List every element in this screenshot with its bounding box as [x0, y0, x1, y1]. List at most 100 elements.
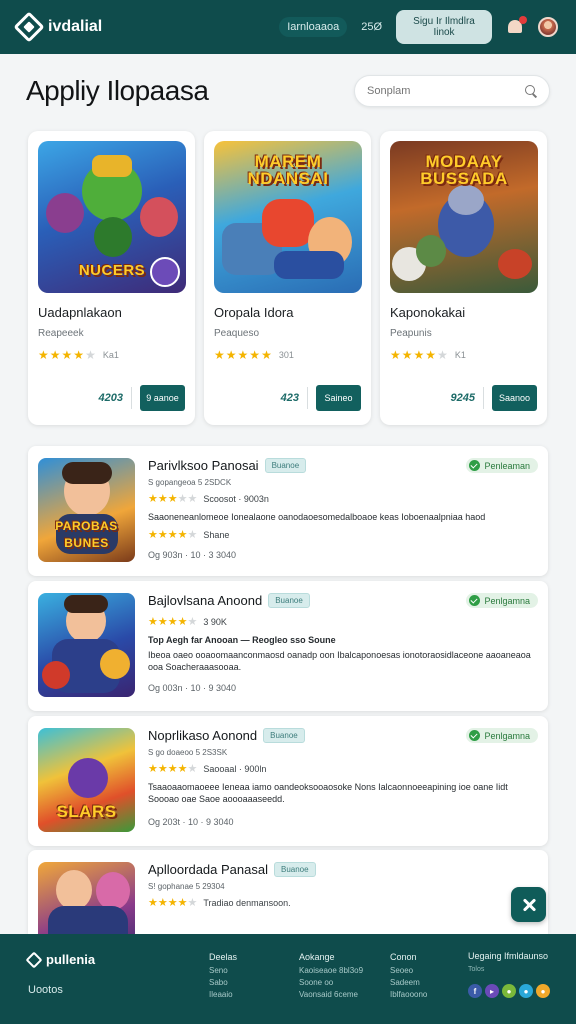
- footer-link[interactable]: Sabo: [209, 977, 237, 989]
- rating-text: Scoosot · 9003n: [203, 494, 269, 504]
- list-item[interactable]: SLARS Noprlikaso Aonond Buanoe Penlgamna…: [28, 716, 548, 846]
- footer-link[interactable]: Iblfaooono: [390, 989, 427, 1001]
- badge-label: Penleaman: [484, 460, 530, 471]
- footer-brand[interactable]: pullenia: [25, 951, 96, 968]
- star-icon: ★: [237, 348, 249, 362]
- price: 9245: [450, 392, 475, 404]
- star-empty-icon: ★: [187, 616, 198, 628]
- thumbnail-caption: SLARS: [56, 802, 117, 821]
- card-title[interactable]: Uadapnlakaon: [38, 305, 185, 320]
- rating-text-2: Shane: [203, 530, 230, 540]
- list-title[interactable]: Parivlksoo Panosai: [148, 458, 259, 473]
- star-icon: ★: [177, 897, 188, 909]
- star-circle-icon[interactable]: ●: [536, 984, 550, 998]
- list-meta: S gopangeoa 5 2SDCK: [148, 478, 232, 487]
- bell-icon[interactable]: [506, 16, 527, 36]
- tools-fab-button[interactable]: [511, 887, 546, 922]
- star-icon: ★: [38, 348, 49, 362]
- star-icon: ★: [157, 763, 168, 775]
- footer-column-heading: Deelas: [209, 952, 238, 962]
- chat-icon[interactable]: ●: [519, 984, 533, 998]
- list-title[interactable]: Noprlikaso Aonond: [148, 728, 257, 743]
- facebook-icon[interactable]: f: [468, 984, 482, 998]
- star-empty-icon: ★: [177, 493, 188, 505]
- divider: [131, 387, 132, 409]
- footer-brand-name: pullenia: [46, 952, 96, 967]
- game-thumbnail[interactable]: SLARS: [38, 728, 135, 832]
- star-icon: ★: [148, 493, 158, 505]
- get-button[interactable]: Saanoo: [492, 385, 537, 411]
- star-icon: ★: [61, 348, 73, 362]
- brand-logo-icon: [13, 11, 45, 43]
- game-thumbnail[interactable]: [38, 862, 135, 934]
- top-bar: ivdalial Iarnloaaoa 25Ø Sigu Ir Ilmdlra …: [0, 0, 576, 54]
- star-icon: ★: [177, 763, 188, 775]
- list-meta: S go doaeoo 5 2S3SK: [148, 748, 228, 757]
- rating-count: K1: [454, 350, 466, 360]
- card-subtitle: Peaqueso: [214, 328, 260, 339]
- video-icon[interactable]: ▸: [485, 984, 499, 998]
- list-item[interactable]: Bajlovlsana Anoond Buanoe Penlgamna ★★★★…: [28, 581, 548, 711]
- list-item[interactable]: PAROBAS BUNES Parivlksoo Panosai Buanoe …: [28, 446, 548, 576]
- footer-column: Conon Seoeo Sadeem Iblfaooono: [390, 951, 427, 1001]
- social-links: f ▸ ● ● ●: [468, 984, 550, 998]
- star-icon: ★: [157, 616, 168, 628]
- list-footer: Og 003n · 10 · 9 3040: [148, 683, 237, 693]
- get-button[interactable]: 9 aanoe: [140, 385, 185, 411]
- brand[interactable]: ivdalial: [13, 11, 102, 43]
- list-footer: Og 203t · 10 · 9 3040: [148, 817, 234, 827]
- game-thumbnail[interactable]: NUCERS: [38, 141, 186, 293]
- check-icon: [469, 730, 481, 741]
- star-empty-icon: ★: [187, 493, 198, 505]
- star-icon: ★: [73, 348, 85, 362]
- nav-count[interactable]: 25Ø: [361, 21, 382, 33]
- footer-link[interactable]: Vaonsaid 6ceme: [299, 989, 363, 1001]
- footer-link[interactable]: Sadeem: [390, 977, 427, 989]
- list-title[interactable]: Aplloordada Panasal: [148, 862, 268, 877]
- card-title[interactable]: Oropala Idora: [214, 305, 361, 320]
- star-icon: ★: [401, 348, 413, 362]
- rating-text: Tradiao denmansoon.: [203, 898, 291, 908]
- card-title[interactable]: Kaponokakai: [390, 305, 537, 320]
- game-thumbnail[interactable]: PAROBAS BUNES: [38, 458, 135, 562]
- title-row: Appliy Ilopaasa: [26, 72, 550, 110]
- list-title[interactable]: Bajlovlsana Anoond: [148, 593, 262, 608]
- featured-card[interactable]: MAREM NDANSAI Oropala Idora Peaqueso ★ ★ ★…: [204, 131, 371, 425]
- list-item[interactable]: Aplloordada Panasal Buanoe S! gophanae 5…: [28, 850, 548, 934]
- rating: ★ ★ ★ ★ ★ K1: [390, 349, 537, 361]
- footer-column-heading: Aokange: [299, 952, 335, 962]
- footer-link[interactable]: Seno: [209, 965, 237, 977]
- genre-tag: Buanoe: [273, 862, 316, 877]
- footer-column: Aokange Kaoiseaoe 8bl3o9 Soone oo Vaonsa…: [299, 951, 363, 1001]
- star-icon: ★: [413, 348, 425, 362]
- genre-tag: Buanoe: [268, 593, 310, 608]
- footer-link[interactable]: Soone oo: [299, 977, 363, 989]
- search-icon[interactable]: [525, 85, 537, 97]
- thumbnail-caption: PAROBAS BUNES: [55, 519, 118, 550]
- star-icon: ★: [167, 763, 178, 775]
- rating-line: ★★★★★ Scoosot · 9003n: [148, 493, 538, 505]
- get-button[interactable]: Saineo: [316, 385, 361, 411]
- footer-link[interactable]: Kaoiseaoe 8bl3o9: [299, 965, 363, 977]
- game-thumbnail[interactable]: MAREM NDANSAI: [214, 141, 362, 293]
- search-box[interactable]: [354, 75, 550, 107]
- avatar[interactable]: [538, 17, 558, 37]
- featured-card[interactable]: NUCERS Uadapnlakaon Reapeeek ★ ★ ★ ★ ★ Ka1 4…: [28, 131, 195, 425]
- featured-card[interactable]: MODAAY BUSSADA Kaponokakai Peapunis ★ ★ ★ ★…: [380, 131, 547, 425]
- game-thumbnail[interactable]: MODAAY BUSSADA: [390, 141, 538, 293]
- nav-link[interactable]: Iarnloaaoa: [279, 17, 348, 37]
- verified-badge: Penleaman: [466, 458, 538, 473]
- star-icon: ★: [214, 348, 225, 362]
- footer-link[interactable]: Ileaaio: [209, 989, 237, 1001]
- share-icon[interactable]: ●: [502, 984, 516, 998]
- footer-brand-sub[interactable]: Uootos: [28, 984, 63, 996]
- star-icon: ★: [390, 348, 401, 362]
- signup-button[interactable]: Sigu Ir Ilmdlra Iinok: [396, 10, 492, 44]
- footer-link[interactable]: Seoeo: [390, 965, 427, 977]
- game-thumbnail[interactable]: [38, 593, 135, 697]
- star-icon: ★: [177, 616, 188, 628]
- thumbnail-caption: MAREM NDANSAI: [247, 152, 329, 188]
- star-icon: ★: [225, 348, 237, 362]
- rating-count: Ka1: [102, 350, 119, 360]
- search-input[interactable]: [367, 85, 517, 97]
